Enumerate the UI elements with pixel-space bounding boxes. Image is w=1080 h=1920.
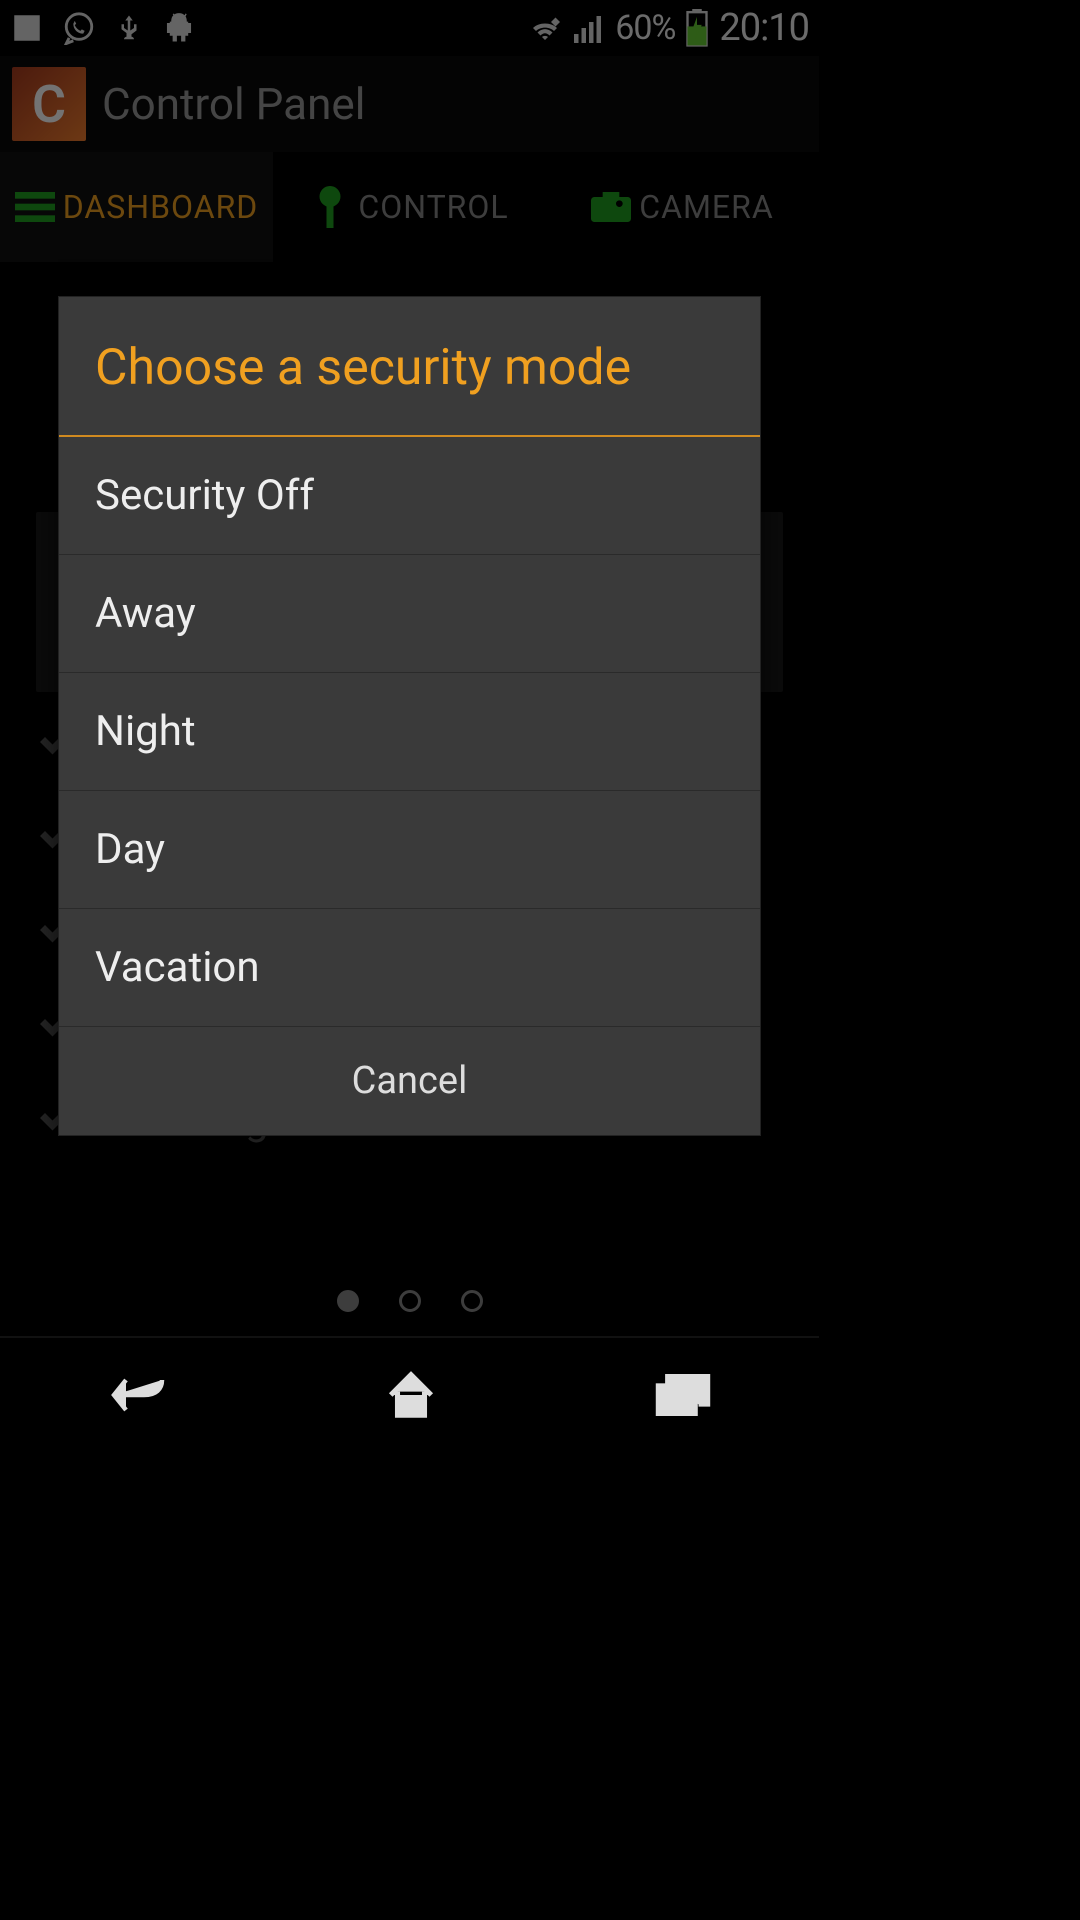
- back-button[interactable]: [108, 1373, 168, 1421]
- dialog-option-away[interactable]: Away: [59, 555, 760, 673]
- dialog-option-night[interactable]: Night: [59, 673, 760, 791]
- security-mode-dialog: Choose a security mode Security Off Away…: [58, 296, 761, 1136]
- dialog-option-day[interactable]: Day: [59, 791, 760, 909]
- home-button[interactable]: [384, 1368, 438, 1426]
- dialog-cancel-button[interactable]: Cancel: [59, 1027, 760, 1135]
- dialog-option-security-off[interactable]: Security Off: [59, 437, 760, 555]
- system-nav-bar: [0, 1336, 819, 1456]
- dialog-title: Choose a security mode: [59, 297, 760, 437]
- recent-apps-button[interactable]: [655, 1373, 711, 1421]
- dialog-option-vacation[interactable]: Vacation: [59, 909, 760, 1027]
